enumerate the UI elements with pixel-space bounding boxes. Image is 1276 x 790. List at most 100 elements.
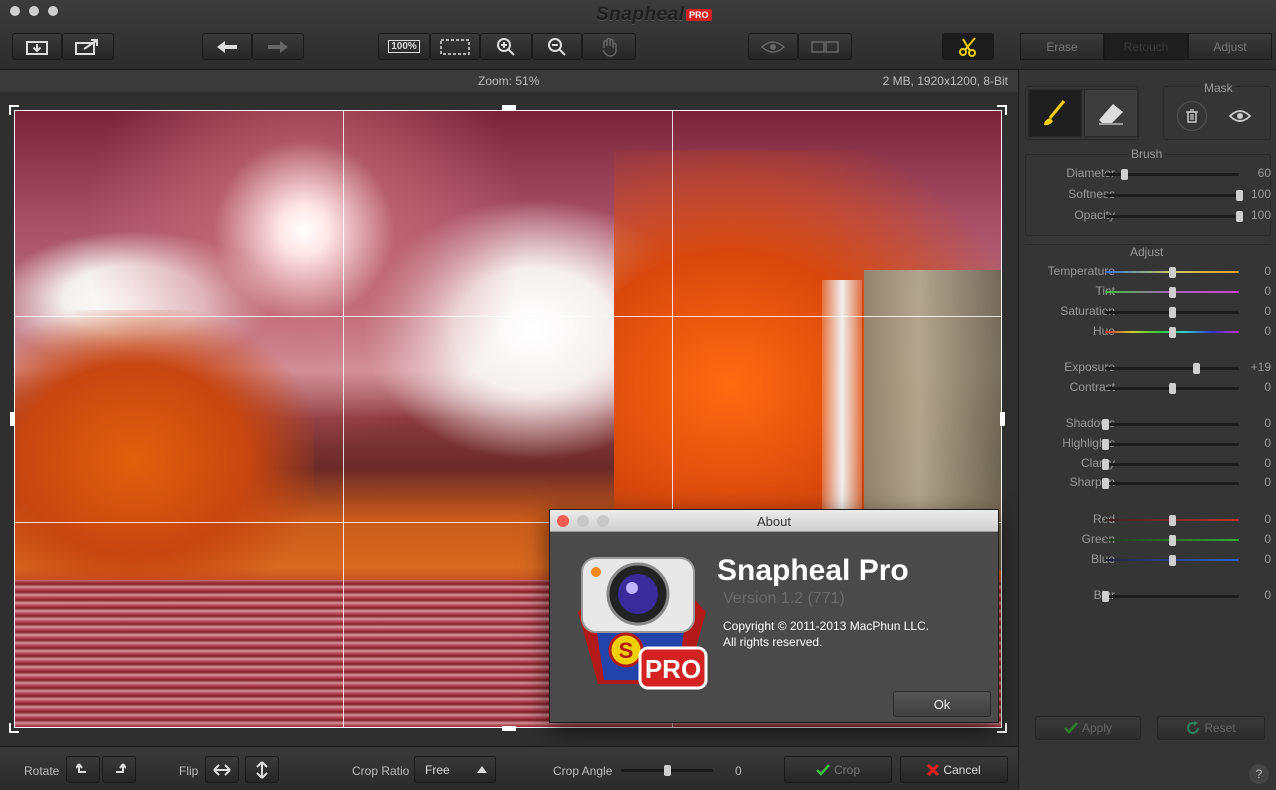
crop-handle-left[interactable] <box>10 412 15 426</box>
crop-handle-top[interactable] <box>502 105 516 110</box>
clear-mask-button[interactable] <box>1177 101 1207 131</box>
slider-row: Exposure +19 <box>1019 358 1276 378</box>
slider-track[interactable] <box>1102 591 1239 602</box>
slider-knob[interactable] <box>1102 478 1109 489</box>
show-mask-button[interactable] <box>1225 101 1255 131</box>
slider-knob[interactable] <box>1169 267 1176 278</box>
crop-handle-top-right[interactable] <box>997 105 1007 115</box>
slider-row: Sharpen 0 <box>1019 473 1276 493</box>
zoom-out-button[interactable] <box>532 33 582 60</box>
slider-track[interactable] <box>1105 307 1239 318</box>
rotate-left-button[interactable] <box>66 756 100 783</box>
open-file-icon <box>26 40 48 55</box>
zoom-in-button[interactable] <box>480 33 532 60</box>
window-zoom-button[interactable] <box>48 6 58 16</box>
slider-value: 100 <box>1250 208 1271 222</box>
apply-button-label: Apply <box>1081 721 1113 735</box>
flip-vertical-icon <box>256 760 268 779</box>
crop-handle-right[interactable] <box>1000 412 1005 426</box>
crop-handle-bottom-right[interactable] <box>997 723 1007 733</box>
slider-knob[interactable] <box>1193 363 1201 374</box>
brush-tool-button[interactable] <box>1028 89 1082 137</box>
undo-button[interactable] <box>202 33 252 60</box>
slider-knob[interactable] <box>1169 515 1176 526</box>
slider-row: Tint0 <box>1019 282 1276 302</box>
slider-track[interactable] <box>1102 459 1239 470</box>
refresh-icon <box>1187 721 1200 734</box>
slider-knob[interactable] <box>1102 591 1109 602</box>
cancel-button[interactable]: Cancel <box>900 756 1008 783</box>
tab-adjust[interactable]: Adjust <box>1188 33 1272 60</box>
slider-track[interactable] <box>1102 419 1239 430</box>
slider-track[interactable] <box>1105 363 1239 374</box>
slider-track[interactable] <box>1105 327 1239 338</box>
rotate-right-button[interactable] <box>102 756 136 783</box>
slider-value: 0 <box>1264 284 1271 298</box>
slider-track[interactable] <box>1105 515 1239 526</box>
window-minimize-button[interactable] <box>29 6 39 16</box>
checkmark-icon <box>816 763 830 776</box>
adjust-label: Adjust <box>1127 245 1167 259</box>
rotate-left-icon <box>76 762 86 773</box>
slider-value: 0 <box>1264 264 1271 278</box>
slider-track[interactable] <box>1102 439 1239 450</box>
slider-track[interactable] <box>1105 383 1239 394</box>
apply-button[interactable]: Apply <box>1035 716 1141 740</box>
slider-track[interactable] <box>1102 478 1239 489</box>
crop-ratio-select[interactable]: Free <box>414 756 496 783</box>
slider-knob[interactable] <box>1102 439 1109 450</box>
slider-knob[interactable] <box>1169 383 1176 394</box>
slider-track[interactable] <box>1105 169 1239 180</box>
flip-vertical-button[interactable] <box>245 756 279 783</box>
crop-handle-bottom-left[interactable] <box>9 723 19 733</box>
slider-knob[interactable] <box>1102 419 1109 430</box>
crop-angle-knob[interactable] <box>664 765 671 776</box>
crop-handle-top-left[interactable] <box>9 105 19 115</box>
tab-erase-label: Erase <box>1046 39 1078 54</box>
slider-knob[interactable] <box>1169 307 1176 318</box>
slider-value: 0 <box>1264 512 1271 526</box>
slider-track[interactable] <box>1105 287 1239 298</box>
help-button[interactable]: ? <box>1249 764 1269 784</box>
fit-screen-button[interactable] <box>430 33 480 60</box>
open-button[interactable] <box>12 33 62 60</box>
crop-tool-button[interactable] <box>942 33 994 60</box>
slider-knob[interactable] <box>1169 287 1176 298</box>
crop-handle-bottom[interactable] <box>502 726 516 731</box>
eraser-tool-button[interactable] <box>1084 89 1138 137</box>
slider-knob[interactable] <box>1236 211 1243 222</box>
slider-knob[interactable] <box>1169 327 1176 338</box>
window-close-button[interactable] <box>10 6 20 16</box>
tab-erase[interactable]: Erase <box>1020 33 1104 60</box>
reset-button[interactable]: Reset <box>1157 716 1265 740</box>
slider-knob[interactable] <box>1236 190 1243 201</box>
actual-size-button[interactable]: 100% <box>378 33 430 60</box>
slider-knob[interactable] <box>1169 555 1176 566</box>
ok-button[interactable]: Ok <box>893 691 991 717</box>
scissors-icon <box>959 36 976 57</box>
crop-button[interactable]: Crop <box>784 756 892 783</box>
snapheal-window: Snapheal PRO 100% Erase Retouch Adjust Z… <box>0 0 1276 790</box>
pan-button[interactable] <box>582 33 636 60</box>
preview-toggle-button[interactable] <box>748 33 798 60</box>
tab-retouch[interactable]: Retouch <box>1104 33 1188 60</box>
slider-knob[interactable] <box>1102 459 1109 470</box>
slider-track[interactable] <box>1105 535 1239 546</box>
redo-button[interactable] <box>252 33 304 60</box>
toolbar: Snapheal PRO 100% Erase Retouch Adjust <box>0 0 1276 70</box>
share-button[interactable] <box>62 33 114 60</box>
slider-knob[interactable] <box>1120 169 1128 180</box>
slider-row: Temperature 0 <box>1019 262 1276 282</box>
slider-track[interactable] <box>1105 211 1243 222</box>
slider-knob[interactable] <box>1169 535 1176 546</box>
crop-button-label: Crop <box>833 762 860 777</box>
slider-track[interactable] <box>1105 555 1239 566</box>
compare-button[interactable] <box>798 33 852 60</box>
flip-horizontal-button[interactable] <box>205 756 239 783</box>
slider-row: Clarity 0 <box>1019 454 1276 474</box>
slider-track[interactable] <box>1105 267 1239 278</box>
slider-track[interactable] <box>1105 190 1243 201</box>
copyright-line: Copyright © 2011-2013 MacPhun LLC. <box>723 619 930 633</box>
flip-label: Flip <box>179 764 199 778</box>
crop-angle-slider[interactable] <box>621 765 713 776</box>
